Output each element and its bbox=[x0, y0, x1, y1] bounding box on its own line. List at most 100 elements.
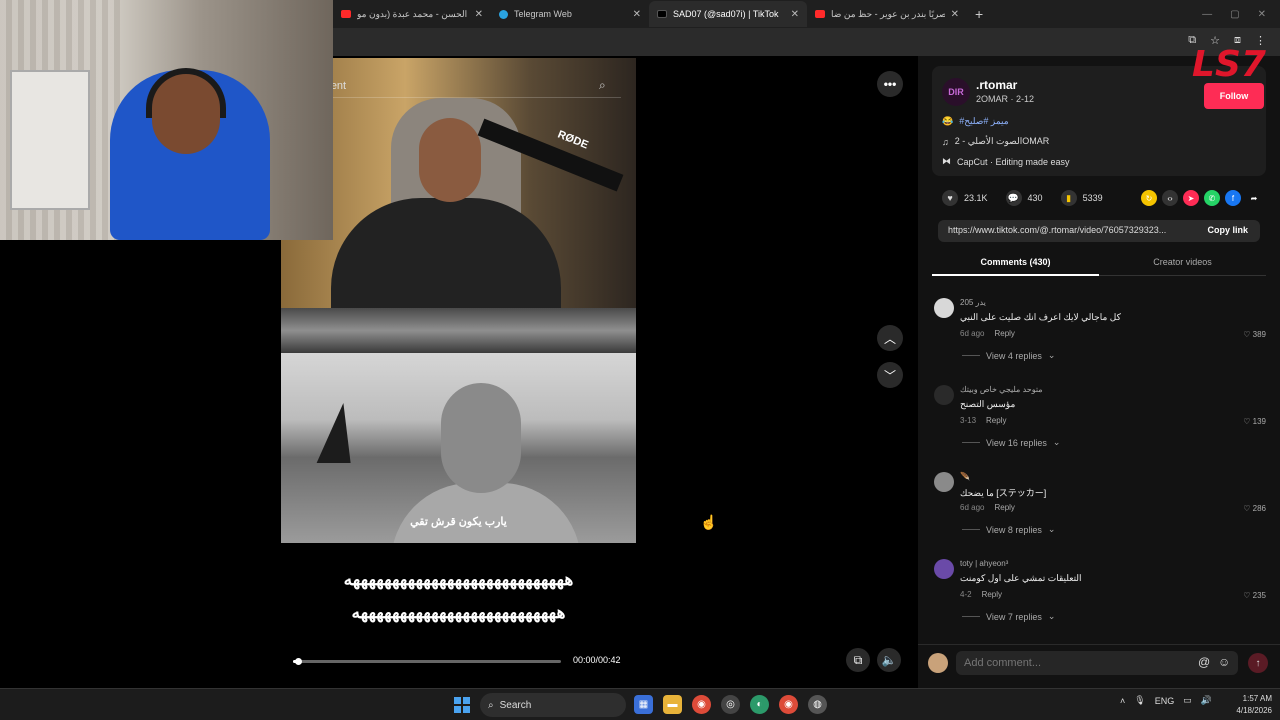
commenter-avatar[interactable] bbox=[934, 559, 954, 579]
speaker-icon[interactable]: 🔊 bbox=[1201, 695, 1212, 706]
view-replies-label: View 4 replies bbox=[986, 350, 1042, 361]
comment-item: toty | ahyeon³ التعليقات تمشي على اول كو… bbox=[932, 557, 1266, 636]
windows-start-button[interactable] bbox=[454, 697, 470, 713]
send-icon[interactable]: ➤ bbox=[1183, 190, 1199, 206]
post-capcut[interactable]: ⧓ CapCut · Editing made easy bbox=[942, 156, 1070, 167]
youtube-icon bbox=[815, 10, 825, 18]
copy-link-button[interactable]: Copy link bbox=[1207, 225, 1248, 235]
post-url: https://www.tiktok.com/@.rtomar/video/76… bbox=[948, 225, 1167, 235]
store-icon[interactable]: ▦ bbox=[634, 695, 653, 714]
tab-youtube-2[interactable]: حصريًا بندر بن عوير - حظ من ضا ✕ bbox=[807, 1, 967, 27]
close-icon[interactable]: ✕ bbox=[951, 9, 959, 20]
comment-like-button[interactable]: ♡ 139 bbox=[1243, 417, 1266, 426]
tab-creator-videos[interactable]: Creator videos bbox=[1099, 252, 1266, 275]
chevron-down-icon: ⌄ bbox=[1047, 350, 1056, 360]
video-progress-bar[interactable] bbox=[293, 658, 561, 665]
tab-telegram[interactable]: Telegram Web ✕ bbox=[491, 1, 649, 27]
commenter-avatar[interactable] bbox=[934, 385, 954, 405]
close-icon[interactable]: ✕ bbox=[633, 9, 641, 20]
search-icon: ⌕ bbox=[488, 699, 494, 711]
whatsapp-icon[interactable]: ✆ bbox=[1204, 190, 1220, 206]
video-frame-blur bbox=[281, 308, 636, 353]
comment-button[interactable]: 💬 430 bbox=[1005, 190, 1043, 206]
taskbar-search[interactable]: ⌕ Search bbox=[480, 693, 626, 717]
commenter-name[interactable]: 205 يدر bbox=[960, 298, 986, 307]
save-button[interactable]: ▮ 5339 bbox=[1060, 190, 1103, 206]
new-tab-button[interactable]: + bbox=[967, 6, 991, 22]
close-icon[interactable]: ✕ bbox=[791, 9, 799, 20]
facebook-icon[interactable]: f bbox=[1225, 190, 1241, 206]
share-arrow-icon[interactable]: ➦ bbox=[1246, 190, 1262, 206]
comment-icon: 💬 bbox=[1005, 190, 1022, 206]
chevron-up-icon[interactable]: ˄ bbox=[1120, 696, 1125, 706]
commenter-name[interactable]: 🪶 bbox=[960, 472, 970, 481]
youtube-icon bbox=[341, 10, 351, 18]
tab-tiktok[interactable]: SAD07 (@sad07i) | TikTok ✕ bbox=[649, 1, 807, 27]
close-window-icon[interactable]: ✕ bbox=[1258, 9, 1266, 20]
tab-youtube-1[interactable]: بنة الحسن - محمد عبدة (بدون مو ✕ bbox=[333, 1, 491, 27]
language-indicator[interactable]: ENG bbox=[1155, 696, 1175, 706]
more-icon: ••• bbox=[883, 77, 897, 91]
minimize-icon[interactable]: — bbox=[1202, 9, 1212, 20]
chevron-down-icon: ⌄ bbox=[1047, 611, 1056, 621]
comment-like-count: 235 bbox=[1252, 591, 1266, 600]
heart-icon: ♥ bbox=[942, 190, 958, 206]
previous-video-button[interactable]: ︿ bbox=[877, 325, 903, 351]
like-button[interactable]: ♥ 23.1K bbox=[942, 190, 988, 206]
microphone-icon[interactable]: 🎙 bbox=[1134, 695, 1145, 706]
post-comment-button[interactable]: ↑ bbox=[1248, 653, 1268, 673]
comment-like-button[interactable]: ♡ 389 bbox=[1243, 330, 1266, 339]
reply-button[interactable]: Reply bbox=[982, 590, 1002, 599]
file-explorer-icon[interactable]: ▬ bbox=[663, 695, 682, 714]
chrome-profile-icon[interactable]: ◉ bbox=[779, 695, 798, 714]
chevron-up-icon: ︿ bbox=[883, 331, 896, 346]
comment-like-button[interactable]: ♡ 235 bbox=[1243, 591, 1266, 600]
window-controls: — ▢ ✕ bbox=[1202, 9, 1280, 20]
view-replies-button[interactable]: View 7 replies ⌄ bbox=[962, 611, 1055, 622]
post-sound[interactable]: ♫ الصوت الأصلي - 2OMAR bbox=[942, 136, 1049, 147]
mention-icon[interactable]: @ bbox=[1198, 655, 1210, 669]
view-replies-button[interactable]: View 4 replies ⌄ bbox=[962, 350, 1055, 361]
commenter-avatar[interactable] bbox=[934, 472, 954, 492]
commenter-avatar[interactable] bbox=[934, 298, 954, 318]
comment-like-count: 286 bbox=[1252, 504, 1266, 513]
obs-icon[interactable]: ◍ bbox=[808, 695, 827, 714]
commenter-name[interactable]: متوحد مليجي خاص وبيتك bbox=[960, 385, 1043, 394]
author-name[interactable]: .rtomar bbox=[976, 78, 1017, 92]
add-comment-input[interactable] bbox=[956, 651, 1238, 675]
view-replies-button[interactable]: View 16 replies ⌄ bbox=[962, 437, 1060, 448]
repost-icon[interactable]: ↻ bbox=[1141, 190, 1157, 206]
reply-button[interactable]: Reply bbox=[986, 416, 1006, 425]
close-icon[interactable]: ✕ bbox=[475, 9, 483, 20]
search-icon[interactable]: ⌕ bbox=[599, 78, 606, 93]
more-options-button[interactable]: ••• bbox=[877, 71, 903, 97]
system-clock[interactable]: 1:57 AM 4/18/2026 bbox=[1228, 693, 1272, 717]
pip-button[interactable]: ⧉ bbox=[846, 648, 870, 672]
comment-like-button[interactable]: ♡ 286 bbox=[1243, 504, 1266, 513]
view-replies-button[interactable]: View 8 replies ⌄ bbox=[962, 524, 1055, 535]
video-player[interactable]: RØDE elated content ⌕ يارب يكون قرش تقي … bbox=[281, 58, 636, 688]
edge-icon[interactable]: ◐ bbox=[750, 695, 769, 714]
commenter-name[interactable]: toty | ahyeon³ bbox=[960, 559, 1008, 568]
next-video-button[interactable]: ﹀ bbox=[877, 362, 903, 388]
heart-outline-icon: ♡ bbox=[1243, 591, 1253, 600]
maximize-icon[interactable]: ▢ bbox=[1230, 9, 1239, 20]
reply-button[interactable]: Reply bbox=[994, 503, 1014, 512]
video-caption: يارب يكون قرش تقي bbox=[410, 516, 507, 528]
heart-outline-icon: ♡ bbox=[1243, 417, 1253, 426]
comment-time: 6d ago bbox=[960, 503, 985, 512]
network-icon[interactable]: ▭ bbox=[1183, 695, 1192, 706]
emoji-picker-icon[interactable]: ☺ bbox=[1218, 655, 1230, 669]
embed-icon[interactable]: ‹› bbox=[1162, 190, 1178, 206]
chrome-icon[interactable]: ◉ bbox=[692, 695, 711, 714]
volume-button[interactable]: 🔈 bbox=[877, 648, 901, 672]
video-overlay-text-1: ههههههههههههههههههههههههههههه bbox=[343, 570, 575, 589]
author-avatar[interactable]: DIR bbox=[942, 78, 970, 106]
progress-handle[interactable] bbox=[295, 658, 303, 665]
app-icon[interactable]: ◎ bbox=[721, 695, 740, 714]
tab-comments[interactable]: Comments (430) bbox=[932, 252, 1099, 276]
tab-title: بنة الحسن - محمد عبدة (بدون مو bbox=[357, 8, 469, 19]
hashtag-links[interactable]: #ميمز #صليح bbox=[959, 116, 1008, 127]
chevron-down-icon: ﹀ bbox=[883, 368, 896, 383]
reply-button[interactable]: Reply bbox=[994, 329, 1014, 338]
